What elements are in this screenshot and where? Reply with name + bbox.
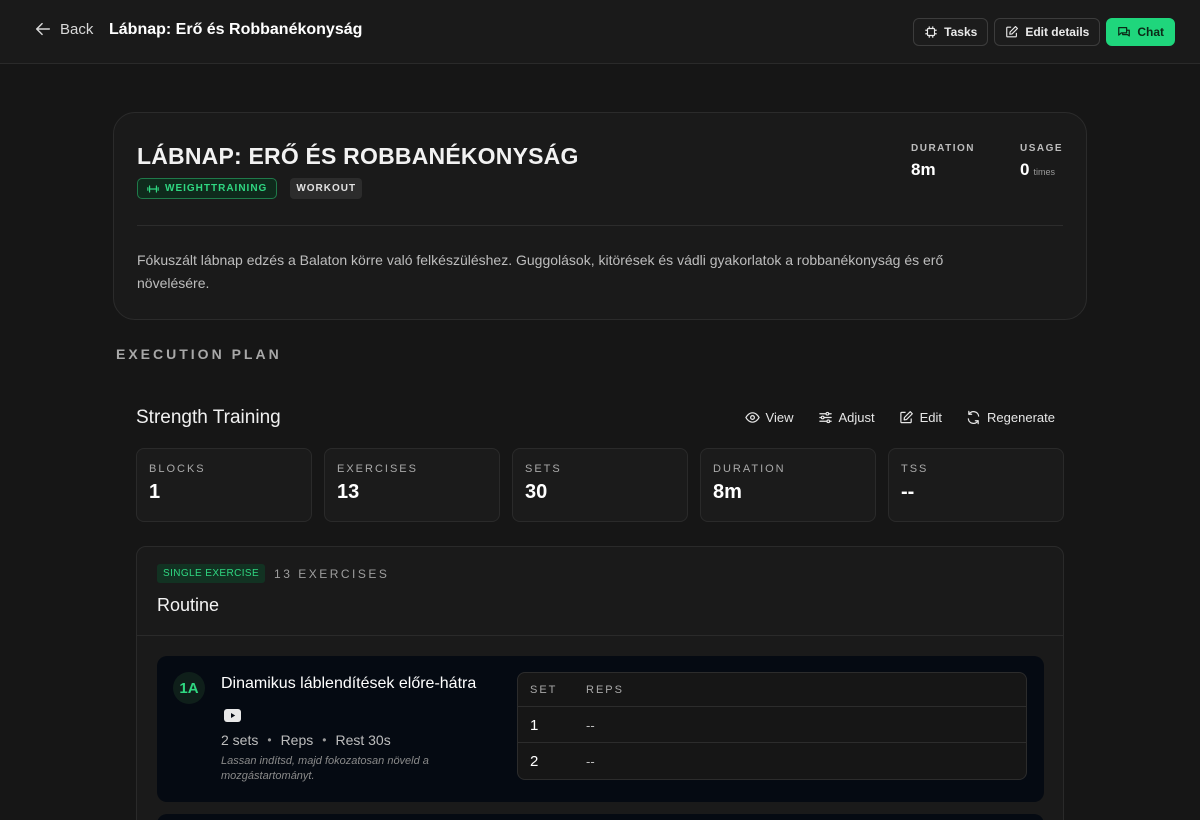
duration-meta: DURATION 8m	[911, 143, 975, 180]
back-button[interactable]: Back	[34, 20, 93, 38]
table-row[interactable]: 1 --	[518, 707, 1026, 743]
duration-label: DURATION	[911, 143, 976, 154]
stat-label: SETS	[525, 463, 562, 475]
table-row[interactable]: 2 --	[518, 743, 1026, 779]
exercise-card-next[interactable]	[157, 814, 1044, 820]
exercise-reps: Reps	[280, 732, 314, 748]
tasks-button[interactable]: Tasks	[913, 18, 989, 46]
section-label: EXECUTION PLAN	[116, 346, 282, 362]
stat-label: BLOCKS	[149, 463, 206, 475]
type-badge: WORKOUT	[290, 178, 363, 199]
chat-button[interactable]: Chat	[1106, 18, 1175, 46]
arrow-left-icon	[35, 22, 51, 36]
dumbbell-icon	[147, 184, 159, 193]
reps-column-header: REPS	[586, 684, 624, 696]
exercise-note: Lassan indítsd, majd fokozatosan növeld …	[221, 755, 429, 782]
routine-block: SINGLE EXERCISE 13 EXERCISES Routine 1A …	[136, 546, 1064, 820]
stat-duration: DURATION 8m	[700, 448, 876, 522]
separator-dot: •	[267, 733, 272, 747]
stat-value: 13	[337, 481, 360, 503]
workout-badges: WEIGHTTRAINING WORKOUT	[137, 178, 363, 199]
sliders-icon	[818, 411, 832, 424]
back-label: Back	[60, 20, 94, 38]
view-label: View	[765, 410, 794, 425]
edit-icon	[1006, 26, 1019, 38]
stat-value: 8m	[713, 481, 742, 503]
adjust-label: Adjust	[838, 410, 875, 425]
stat-blocks: BLOCKS 1	[136, 448, 312, 522]
separator-dot: •	[322, 733, 327, 747]
exercise-rest: Rest 30s	[335, 732, 391, 748]
exercise-number: 1A	[173, 672, 205, 704]
block-header: SINGLE EXERCISE 13 EXERCISES Routine	[137, 547, 1063, 636]
stat-exercises: EXERCISES 13	[324, 448, 500, 522]
chip-icon	[925, 26, 937, 38]
workout-description: Fókuszált lábnap edzés a Balaton körre v…	[137, 252, 944, 291]
block-type-tag: SINGLE EXERCISE	[157, 564, 266, 583]
exercise-info: 2 sets • Reps • Rest 30s	[221, 732, 391, 748]
edit-details-button[interactable]: Edit details	[994, 18, 1101, 46]
plan-title: Strength Training	[136, 407, 281, 428]
category-label: WEIGHTTRAINING	[165, 183, 268, 194]
exercise-count: 13 EXERCISES	[274, 566, 390, 581]
exercise-sets: 2 sets	[221, 732, 259, 748]
exercise-card[interactable]: 1A Dinamikus láblendítések előre-hátra 2…	[157, 656, 1044, 802]
exercise-name: Dinamikus láblendítések előre-hátra	[221, 675, 477, 692]
category-badge: WEIGHTTRAINING	[137, 178, 278, 199]
block-title: Routine	[157, 595, 220, 615]
set-number: 1	[530, 717, 539, 734]
reps-value: --	[586, 754, 595, 769]
usage-meta: USAGE 0 times	[1020, 143, 1063, 180]
duration-value: 8m	[911, 160, 936, 179]
edit-icon	[899, 411, 913, 424]
header-divider	[137, 225, 1063, 226]
set-number: 2	[530, 753, 539, 770]
stat-value: 1	[149, 481, 161, 503]
usage-unit: times	[1033, 167, 1055, 177]
workout-header-card: LÁBNAP: ERŐ ÉS ROBBANÉKONYSÁG WEIGHTTRAI…	[113, 112, 1087, 320]
plan-actions: View Adjust Edit Regenerate	[744, 410, 1055, 425]
page-title: Lábnap: Erő és Robbanékonyság	[109, 21, 363, 38]
workout-title: LÁBNAP: ERŐ ÉS ROBBANÉKONYSÁG	[137, 143, 579, 169]
stat-sets: SETS 30	[512, 448, 688, 522]
sets-table-header: SET REPS	[518, 673, 1026, 707]
reps-value: --	[586, 718, 595, 733]
top-bar: Back Lábnap: Erő és Robbanékonyság Tasks…	[0, 0, 1200, 64]
usage-value-row: 0 times	[1020, 160, 1063, 180]
stat-label: EXERCISES	[337, 463, 418, 475]
top-actions: Tasks Edit details Chat	[913, 18, 1175, 46]
block-tags: SINGLE EXERCISE 13 EXERCISES	[157, 564, 389, 583]
edit-label: Edit	[919, 410, 943, 425]
regenerate-label: Regenerate	[987, 410, 1055, 425]
edit-details-label: Edit details	[1025, 25, 1090, 39]
sets-table: SET REPS 1 -- 2 --	[517, 672, 1027, 780]
youtube-icon[interactable]	[224, 709, 241, 722]
stat-label: TSS	[901, 463, 929, 475]
regenerate-button[interactable]: Regenerate	[966, 410, 1055, 425]
stat-value: --	[901, 481, 915, 503]
chat-label: Chat	[1137, 25, 1164, 39]
stat-value: 30	[525, 481, 548, 503]
refresh-icon	[967, 410, 980, 425]
usage-value: 0	[1020, 160, 1030, 179]
adjust-button[interactable]: Adjust	[818, 410, 875, 425]
view-button[interactable]: View	[744, 410, 794, 425]
eye-icon	[744, 412, 760, 423]
tasks-label: Tasks	[944, 25, 978, 39]
set-column-header: SET	[530, 684, 558, 696]
plan-stats: BLOCKS 1 EXERCISES 13 SETS 30 DURATION 8…	[136, 448, 1064, 522]
chat-icon	[1118, 27, 1131, 37]
usage-label: USAGE	[1020, 143, 1064, 154]
edit-button[interactable]: Edit	[899, 410, 942, 425]
stat-tss: TSS --	[888, 448, 1064, 522]
stat-label: DURATION	[713, 463, 786, 475]
